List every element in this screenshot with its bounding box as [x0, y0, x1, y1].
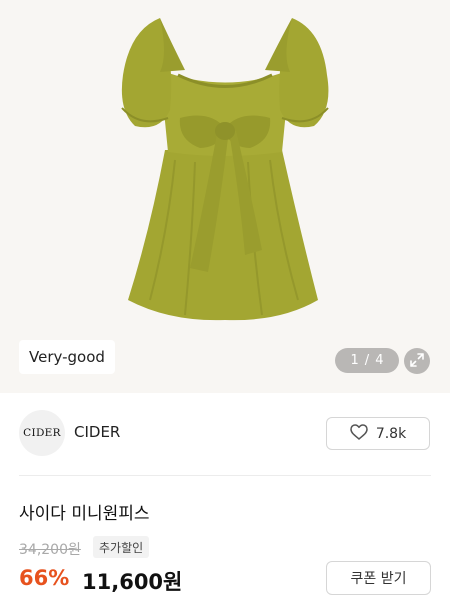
brand-logo[interactable]: CIDER — [19, 410, 65, 456]
image-pager: 1 / 4 — [335, 348, 399, 373]
product-image — [121, 18, 329, 321]
like-count: 7.8k — [375, 425, 407, 442]
pager-separator: / — [364, 353, 370, 368]
expand-image-button[interactable] — [404, 348, 430, 374]
expand-arrows-icon — [410, 352, 424, 371]
pager-total: 4 — [375, 353, 384, 368]
product-image-area[interactable]: Very-good 1 / 4 — [0, 0, 450, 393]
heart-outline-icon — [350, 423, 368, 444]
brand-name[interactable]: CIDER — [74, 423, 120, 441]
divider — [19, 475, 431, 476]
original-price: 34,200원 — [19, 542, 81, 558]
discount-rate: 66% — [19, 566, 70, 590]
sale-price: 11,600원 — [82, 570, 183, 594]
like-button[interactable]: 7.8k — [326, 417, 430, 450]
extra-discount-badge: 추가할인 — [93, 536, 150, 558]
brand-row: CIDER CIDER 7.8k — [19, 410, 431, 456]
product-title: 사이다 미니원피스 — [19, 504, 150, 524]
condition-badge: Very-good — [19, 340, 115, 374]
coupon-button[interactable]: 쿠폰 받기 — [326, 561, 431, 595]
pager-current: 1 — [350, 353, 359, 368]
